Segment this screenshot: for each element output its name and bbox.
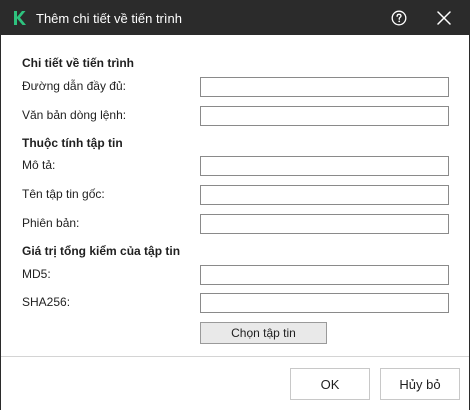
full-path-label: Đường dẫn đầy đủ: — [22, 79, 126, 93]
sha256-input[interactable] — [200, 293, 449, 313]
md5-input[interactable] — [200, 265, 449, 285]
full-path-input[interactable] — [200, 77, 449, 97]
command-line-label: Văn bản dòng lệnh: — [22, 108, 127, 122]
cancel-button[interactable]: Hủy bỏ — [380, 368, 460, 400]
ok-button[interactable]: OK — [290, 368, 370, 400]
md5-label: MD5: — [22, 267, 51, 281]
help-icon[interactable] — [391, 10, 407, 26]
dialog-title: Thêm chi tiết về tiến trình — [36, 11, 182, 26]
file-attributes-heading: Thuộc tính tập tin — [22, 136, 123, 150]
command-line-input[interactable] — [200, 106, 449, 126]
original-name-input[interactable] — [200, 185, 449, 205]
sha256-label: SHA256: — [22, 295, 71, 309]
title-bar: Thêm chi tiết về tiến trình — [1, 1, 469, 35]
checksum-heading: Giá trị tổng kiểm của tập tin — [22, 244, 181, 258]
description-input[interactable] — [200, 156, 449, 176]
original-name-label: Tên tập tin gốc: — [22, 187, 105, 201]
dialog-window: Thêm chi tiết về tiến trình Chi tiết về … — [0, 0, 470, 410]
kaspersky-logo-icon — [14, 11, 26, 25]
description-label: Mô tả: — [22, 158, 56, 172]
close-icon[interactable] — [437, 11, 451, 25]
process-details-heading: Chi tiết về tiến trình — [22, 56, 135, 70]
version-label: Phiên bản: — [22, 216, 80, 230]
version-input[interactable] — [200, 214, 449, 234]
dialog-footer: OK Hủy bỏ — [1, 356, 469, 410]
choose-file-button[interactable]: Chọn tập tin — [200, 322, 327, 344]
